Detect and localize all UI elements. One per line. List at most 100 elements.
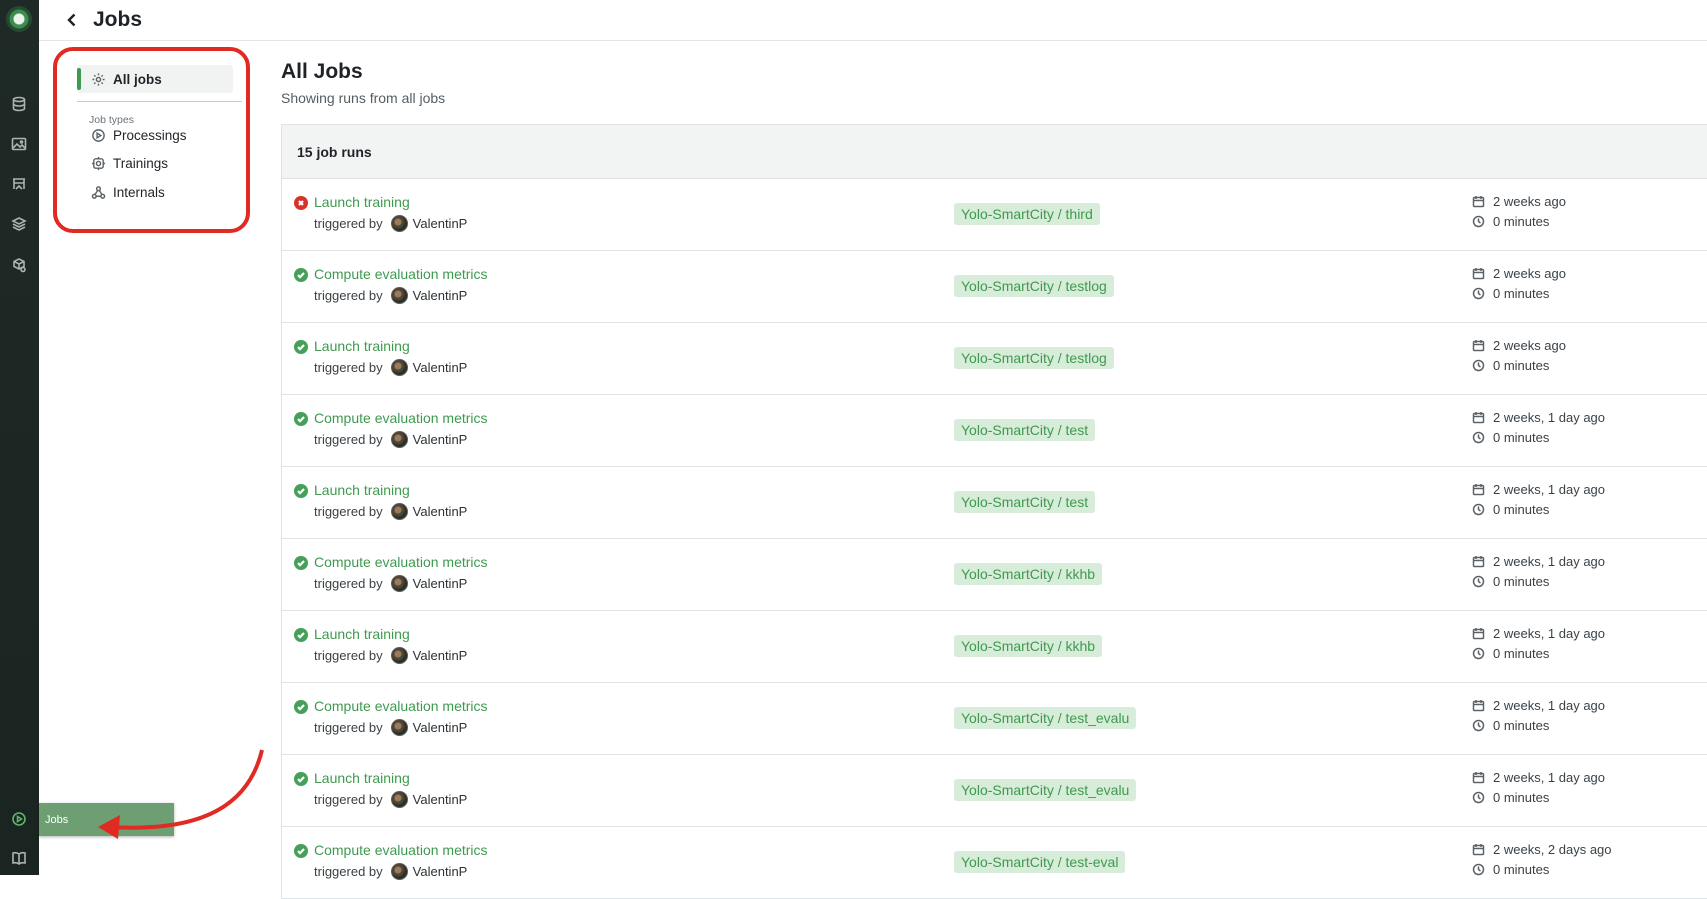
deploy-icon[interactable] [8,254,30,276]
gear-icon [92,72,105,86]
calendar-icon [1472,555,1493,568]
job-name-link[interactable]: Launch training [314,338,410,354]
table-row[interactable]: Launch training triggered by ValentinP Yolo… [282,179,1707,251]
job-name-link[interactable]: Compute evaluation metrics [314,266,488,282]
user-name[interactable]: ValentinP [413,216,468,231]
run-date-text: 2 weeks ago [1493,338,1566,353]
triggered-by-label: triggered by [314,864,383,879]
success-status-icon [294,556,308,570]
success-status-icon [294,268,308,282]
avatar [390,647,408,664]
nav-item-internals[interactable]: Internals [91,185,165,200]
run-tag[interactable]: Yolo-SmartCity / kkhb [954,563,1103,585]
app-logo[interactable] [6,6,32,32]
triggered-by: triggered by ValentinP [314,863,467,880]
user-name[interactable]: ValentinP [413,504,468,519]
run-tag[interactable]: Yolo-SmartCity / testlog [954,275,1114,297]
user-name[interactable]: ValentinP [413,432,468,447]
table-row[interactable]: Launch training triggered by ValentinP Yolo… [282,755,1707,827]
experiment-icon[interactable] [8,173,30,195]
table-row[interactable]: Compute evaluation metrics triggered by Va… [282,827,1707,899]
job-name-link[interactable]: Compute evaluation metrics [314,842,488,858]
jobs-icon[interactable] [8,808,30,830]
run-tag[interactable]: Yolo-SmartCity / test-eval [954,851,1126,873]
job-name-link[interactable]: Compute evaluation metrics [314,410,488,426]
page-header-title: Jobs [93,8,143,31]
triggered-by-label: triggered by [314,360,383,375]
job-name-link[interactable]: Launch training [314,194,410,210]
run-date: 2 weeks, 1 day ago [1472,410,1605,425]
triggered-by-label: triggered by [314,576,383,591]
job-name-link[interactable]: Launch training [314,626,410,642]
run-date: 2 weeks ago [1472,194,1566,209]
run-tag[interactable]: Yolo-SmartCity / third [954,203,1100,225]
avatar [390,575,408,592]
job-name-link[interactable]: Compute evaluation metrics [314,554,488,570]
image-icon[interactable] [8,133,30,155]
triggered-by: triggered by ValentinP [314,215,467,232]
docs-icon[interactable] [8,847,30,869]
run-duration: 0 minutes [1472,430,1549,445]
run-duration: 0 minutes [1472,214,1549,229]
run-tag[interactable]: Yolo-SmartCity / testlog [954,347,1114,369]
run-date-text: 2 weeks, 1 day ago [1493,482,1606,497]
user-name[interactable]: ValentinP [413,720,468,735]
triggered-by: triggered by ValentinP [314,431,467,448]
run-duration-text: 0 minutes [1493,358,1550,373]
table-header: 15 job runs [282,125,1707,179]
run-tag[interactable]: Yolo-SmartCity / kkhb [954,635,1103,657]
run-tag[interactable]: Yolo-SmartCity / test_evalu [954,779,1137,801]
clock-icon [1472,287,1493,300]
triggered-by: triggered by ValentinP [314,359,467,376]
clock-icon [1472,215,1493,228]
run-duration-text: 0 minutes [1493,718,1550,733]
user-name[interactable]: ValentinP [413,288,468,303]
clock-icon [1472,719,1493,732]
database-icon[interactable] [8,93,30,115]
success-status-icon [294,844,308,858]
table-row[interactable]: Launch training triggered by ValentinP Yolo… [282,323,1707,395]
user-name[interactable]: ValentinP [413,792,468,807]
run-tag[interactable]: Yolo-SmartCity / test [954,491,1096,513]
run-tag[interactable]: Yolo-SmartCity / test_evalu [954,707,1137,729]
table-row[interactable]: Compute evaluation metrics triggered by Va… [282,395,1707,467]
gear-icon [91,156,106,171]
back-arrow-icon[interactable] [61,9,83,31]
run-duration: 0 minutes [1472,718,1549,733]
table-row[interactable]: Compute evaluation metrics triggered by Va… [282,251,1707,323]
nav-item-trainings[interactable]: Trainings [91,156,168,171]
run-duration-text: 0 minutes [1493,790,1550,805]
nav-item-processings[interactable]: Processings [91,128,187,143]
triggered-by: triggered by ValentinP [314,575,467,592]
page-subtitle: Showing runs from all jobs [281,90,446,106]
table-row[interactable]: Launch training triggered by ValentinP Yolo… [282,611,1707,683]
run-date: 2 weeks, 1 day ago [1472,770,1605,785]
avatar [390,215,408,232]
run-date: 2 weeks, 1 day ago [1472,482,1605,497]
run-date-text: 2 weeks, 2 days ago [1493,842,1612,857]
run-date-text: 2 weeks, 1 day ago [1493,626,1606,641]
clock-icon [1472,863,1493,876]
success-status-icon [294,484,308,498]
play-circle-icon [92,129,105,142]
layers-icon[interactable] [8,213,30,235]
job-name-link[interactable]: Launch training [314,482,410,498]
active-indicator [77,68,81,90]
user-name[interactable]: ValentinP [413,360,468,375]
user-name[interactable]: ValentinP [413,864,468,879]
table-row[interactable]: Launch training triggered by ValentinP Yolo… [282,467,1707,539]
avatar [390,431,408,448]
job-name-link[interactable]: Compute evaluation metrics [314,698,488,714]
clock-icon [1472,647,1493,660]
tooltip-label: Jobs [45,813,69,826]
nav-item-all-jobs[interactable]: All jobs [77,65,233,93]
table-row[interactable]: Compute evaluation metrics triggered by Va… [282,539,1707,611]
table-row[interactable]: Compute evaluation metrics triggered by Va… [282,683,1707,755]
run-tag[interactable]: Yolo-SmartCity / test [954,419,1096,441]
success-status-icon [294,628,308,642]
job-name-link[interactable]: Launch training [314,770,410,786]
user-name[interactable]: ValentinP [413,648,468,663]
clock-icon [1472,575,1493,588]
user-name[interactable]: ValentinP [413,576,468,591]
avatar [390,719,408,736]
